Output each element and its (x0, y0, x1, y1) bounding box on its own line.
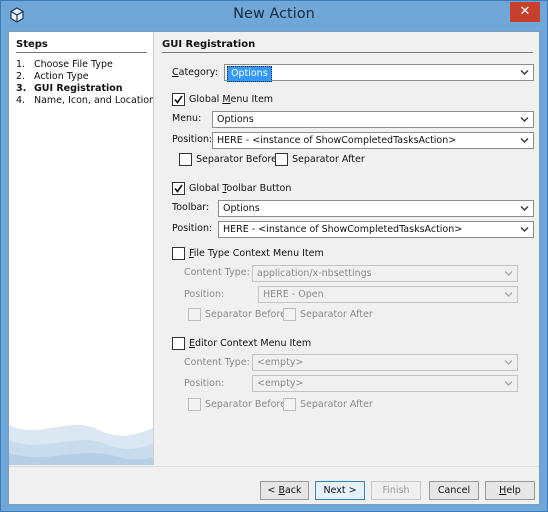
chevron-down-icon (520, 227, 529, 232)
chevron-down-icon (520, 206, 529, 211)
window-title: New Action (233, 6, 315, 22)
category-label: Category: (172, 67, 218, 78)
file-position-label: Position: (184, 289, 225, 300)
category-value: Options (227, 66, 272, 82)
dialog-window: New Action ✕ Steps 1. Choose File Type 2.… (0, 0, 548, 512)
chevron-down-icon (504, 292, 513, 297)
menu-position-combo[interactable]: HERE - <instance of ShowCompletedTasksAc… (212, 132, 534, 149)
menu-label: Menu: (172, 113, 202, 124)
category-combo[interactable]: Options (224, 64, 534, 82)
steps-divider (16, 52, 147, 53)
step-item: 1. Choose File Type (16, 59, 113, 70)
file-content-type-label: Content Type: (184, 267, 250, 278)
gui-registration-panel: GUI Registration Category: Options Globa… (155, 32, 539, 465)
toolbar-position-combo[interactable]: HERE - <instance of ShowCompletedTasksAc… (218, 221, 534, 238)
steps-panel: Steps 1. Choose File Type 2. Action Type 3… (9, 32, 154, 465)
step-item-current: 3. GUI Registration (16, 83, 123, 94)
next-button[interactable]: Next > (315, 481, 365, 500)
section-heading: GUI Registration (162, 39, 256, 50)
file-content-type-combo[interactable]: application/x-nbsettings (252, 265, 518, 282)
back-button[interactable]: < Back (260, 481, 309, 500)
menu-position-label: Position: (172, 134, 213, 145)
toolbar-combo[interactable]: Options (218, 200, 534, 217)
step-item: 2. Action Type (16, 71, 89, 82)
check-icon (174, 95, 183, 104)
chevron-down-icon (504, 381, 513, 386)
editor-content-type-label: Content Type: (184, 357, 250, 368)
title-bar[interactable]: New Action ✕ (1, 1, 547, 31)
steps-heading: Steps (16, 39, 48, 50)
chevron-down-icon (504, 271, 513, 276)
menu-combo[interactable]: Options (212, 111, 534, 128)
toolbar-label: Toolbar: (172, 202, 210, 213)
chevron-down-icon (520, 138, 529, 143)
step-item: 4. Name, Icon, and Location (16, 95, 154, 106)
dialog-client: Steps 1. Choose File Type 2. Action Type 3… (8, 31, 540, 505)
cancel-button[interactable]: Cancel (429, 481, 479, 500)
toolbar-position-label: Position: (172, 223, 213, 234)
file-position-combo[interactable]: HERE - Open (258, 286, 518, 303)
decorative-wave-graphic (9, 425, 153, 465)
editor-content-type-combo[interactable]: <empty> (252, 354, 518, 371)
section-divider (162, 52, 533, 53)
close-button[interactable]: ✕ (510, 2, 540, 22)
chevron-down-icon (504, 360, 513, 365)
chevron-down-icon (520, 117, 529, 122)
steps-list: 1. Choose File Type 2. Action Type 3. GUI R… (16, 59, 154, 107)
finish-button[interactable]: Finish (371, 481, 421, 500)
chevron-down-icon (520, 70, 529, 75)
editor-position-label: Position: (184, 378, 225, 389)
help-button[interactable]: Help (485, 481, 535, 500)
check-icon (174, 184, 183, 193)
editor-position-combo[interactable]: <empty> (252, 375, 518, 392)
button-bar: < Back Next > Finish Cancel Help (9, 466, 539, 504)
